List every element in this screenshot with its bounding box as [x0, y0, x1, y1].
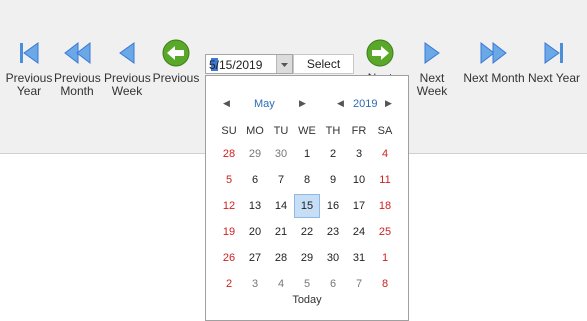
previous-week-button[interactable]: Previous Week [104, 38, 151, 98]
calendar-day[interactable]: 27 [242, 246, 268, 270]
calendar-day[interactable]: 1 [372, 246, 398, 270]
calendar-day[interactable]: 6 [242, 168, 268, 192]
calendar-day[interactable]: 29 [242, 142, 268, 166]
calendar-day[interactable]: 7 [268, 168, 294, 192]
calendar-day[interactable]: 15 [294, 194, 320, 218]
calendar-day[interactable]: 21 [268, 220, 294, 244]
calendar-day[interactable]: 4 [372, 142, 398, 166]
calendar-day[interactable]: 28 [216, 142, 242, 166]
date-edit-field[interactable]: 5/15/2019 [205, 54, 293, 74]
calendar-day[interactable]: 22 [294, 220, 320, 244]
calendar-day[interactable]: 14 [268, 194, 294, 218]
calendar-day[interactable]: 29 [294, 246, 320, 270]
today-button[interactable]: Today [206, 294, 408, 306]
calendar-day[interactable]: 4 [268, 272, 294, 296]
previous-week-label: Previous Week [104, 71, 151, 98]
calendar-day[interactable]: 23 [320, 220, 346, 244]
previous-year-label: Previous Year [5, 71, 53, 98]
weekday-label: WE [298, 125, 316, 137]
calendar-year[interactable]: 2019 [353, 98, 377, 110]
calendar-day[interactable]: 8 [372, 272, 398, 296]
calendar-day[interactable]: 17 [346, 194, 372, 218]
calendar-popup: ◀ May ▶ ◀ 2019 ▶ SU MO TU WE TH FR SA 28 29 30 1 2… [205, 75, 409, 321]
next-week-button[interactable]: Next Week [403, 38, 461, 98]
next-year-arrow-icon[interactable]: ▶ [385, 98, 392, 109]
prev-year-arrow-icon[interactable]: ◀ [337, 98, 344, 109]
calendar-day[interactable]: 3 [346, 142, 372, 166]
weekday-label: SA [377, 125, 393, 137]
weekday-label: FR [351, 125, 367, 137]
calendar-day[interactable]: 3 [242, 272, 268, 296]
chevron-down-icon [281, 63, 288, 67]
calendar-day[interactable]: 12 [216, 194, 242, 218]
calendar-day[interactable]: 30 [268, 142, 294, 166]
next-year-button[interactable]: Next Year [526, 38, 582, 98]
double-right-icon [480, 41, 507, 65]
select-date-button[interactable]: Select Date [293, 54, 354, 89]
calendar-day[interactable]: 10 [346, 168, 372, 192]
prev-month-arrow-icon[interactable]: ◀ [223, 98, 230, 109]
calendar-day[interactable]: 2 [320, 142, 346, 166]
first-page-icon [20, 42, 39, 64]
calendar-day[interactable]: 5 [216, 168, 242, 192]
next-month-button[interactable]: Next Month [462, 38, 526, 98]
calendar-day[interactable]: 9 [320, 168, 346, 192]
calendar-day[interactable]: 7 [346, 272, 372, 296]
weekday-label: TU [273, 125, 289, 137]
calendar-day[interactable]: 25 [372, 220, 398, 244]
next-week-label: Next Week [416, 71, 448, 98]
calendar-day[interactable]: 19 [216, 220, 242, 244]
right-triangle-icon [424, 42, 440, 64]
date-edit-value: 5/15/2019 [209, 58, 263, 72]
calendar-day[interactable]: 30 [320, 246, 346, 270]
calendar-day[interactable]: 26 [216, 246, 242, 270]
last-page-icon [544, 42, 563, 64]
calendar-month[interactable]: May [254, 98, 275, 110]
weekday-label: MO [246, 125, 264, 137]
calendar-day[interactable]: 28 [268, 246, 294, 270]
left-triangle-icon [119, 42, 135, 64]
next-month-label: Next Month [463, 71, 525, 85]
calendar-day[interactable]: 20 [242, 220, 268, 244]
calendar-day[interactable]: 24 [346, 220, 372, 244]
previous-month-label: Previous Month [54, 71, 101, 98]
calendar-day[interactable]: 16 [320, 194, 346, 218]
weekday-label: TH [325, 125, 341, 137]
date-dropdown-button[interactable] [276, 55, 292, 73]
previous-button[interactable]: Previous [152, 38, 200, 98]
green-left-arrow-icon [162, 39, 190, 67]
previous-year-button[interactable]: Previous Year [4, 38, 54, 98]
next-month-arrow-icon[interactable]: ▶ [299, 98, 306, 109]
double-left-icon [64, 41, 91, 65]
calendar-day[interactable]: 31 [346, 246, 372, 270]
calendar-day[interactable]: 5 [294, 272, 320, 296]
calendar-day[interactable]: 1 [294, 142, 320, 166]
calendar-day[interactable]: 2 [216, 272, 242, 296]
next-year-label: Next Year [527, 71, 581, 85]
previous-label: Previous [152, 71, 200, 85]
calendar-day[interactable]: 18 [372, 194, 398, 218]
calendar-day[interactable]: 6 [320, 272, 346, 296]
calendar-day[interactable]: 13 [242, 194, 268, 218]
weekday-label: SU [221, 125, 237, 137]
calendar-day[interactable]: 11 [372, 168, 398, 192]
green-right-arrow-icon [366, 39, 394, 67]
previous-month-button[interactable]: Previous Month [54, 38, 101, 98]
calendar-day[interactable]: 8 [294, 168, 320, 192]
